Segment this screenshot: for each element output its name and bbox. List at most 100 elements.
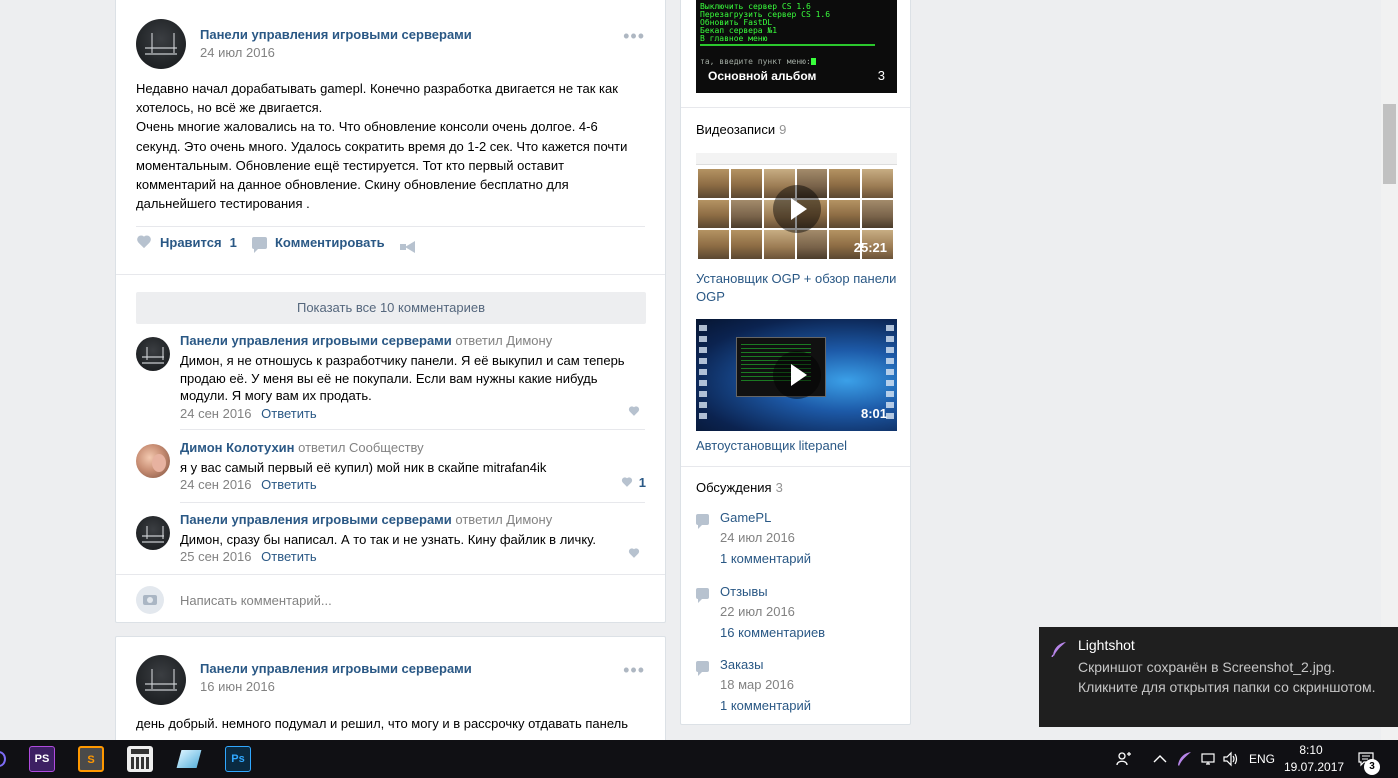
divider — [116, 274, 665, 275]
comment-line: Димон, я не отношусь к разработчику пане… — [180, 353, 625, 368]
divider — [681, 466, 910, 467]
comment-input[interactable]: Написать комментарий... — [180, 593, 332, 608]
lightshot-tray-icon[interactable] — [1176, 740, 1192, 778]
divider — [681, 107, 910, 108]
show-all-comments-button[interactable]: Показать все 10 комментариев — [136, 292, 646, 324]
user-avatar[interactable] — [136, 444, 170, 478]
discussion-comments[interactable]: 1 комментарий — [720, 551, 811, 566]
comment-line: модули. Я могу вам их продать. — [180, 388, 372, 403]
album-label: Основной альбом — [708, 69, 817, 83]
sublime-icon[interactable]: S — [78, 746, 104, 772]
sidebar: Выключить сервер CS 1.6 Перезагрузить се… — [680, 0, 911, 725]
reply-link[interactable]: Ответить — [261, 406, 317, 421]
share-button[interactable] — [400, 241, 416, 253]
reply-link[interactable]: Ответить — [261, 549, 317, 564]
volume-icon[interactable] — [1222, 740, 1240, 778]
comment-reply-to[interactable]: ответил Димону — [455, 333, 552, 348]
language-indicator[interactable]: ENG — [1249, 740, 1275, 778]
discussion-item[interactable]: Отзывы 22 июл 2016 16 комментариев — [696, 584, 901, 642]
community-avatar[interactable] — [136, 337, 170, 371]
lightshot-notification[interactable]: Lightshot Скриншот сохранён в Screenshot… — [1039, 627, 1398, 727]
discussion-icon — [696, 661, 709, 676]
discussions-header[interactable]: Обсуждения 3 — [696, 480, 783, 495]
glass-app-icon[interactable] — [176, 746, 202, 772]
video-thumbnail[interactable]: 8:01 — [696, 319, 897, 431]
comment-meta: 24 сен 2016 Ответить — [180, 406, 317, 421]
community-avatar[interactable] — [136, 19, 186, 69]
comment-item: Панели управления игровыми серверами отв… — [136, 333, 646, 423]
community-avatar[interactable] — [136, 516, 170, 550]
video-title-link[interactable]: Автоустановщик litepanel — [696, 437, 901, 455]
chevron-up-icon[interactable] — [1153, 740, 1167, 778]
post-author[interactable]: Панели управления игровыми серверами — [200, 27, 472, 42]
people-icon[interactable] — [1116, 740, 1132, 778]
comment-date[interactable]: 25 сен 2016 — [180, 549, 252, 564]
discussion-item[interactable]: GamePL 24 июл 2016 1 комментарий — [696, 510, 901, 568]
post-text-line: Очень многие жаловались на то. Что обнов… — [136, 119, 598, 135]
post-date[interactable]: 24 июл 2016 — [200, 45, 275, 60]
videos-header[interactable]: Видеозаписи 9 — [696, 122, 786, 137]
notification-title: Lightshot — [1078, 637, 1135, 653]
divider — [180, 502, 645, 503]
post-menu-icon[interactable]: ••• — [623, 27, 645, 45]
videos-title: Видеозаписи — [696, 122, 776, 137]
comment-meta: 25 сен 2016 Ответить — [180, 549, 317, 564]
comment-author[interactable]: Димон Колотухин — [180, 440, 295, 455]
comment-author[interactable]: Панели управления игровыми серверами — [180, 512, 452, 527]
discussion-title[interactable]: Отзывы — [720, 584, 768, 599]
camera-icon[interactable] — [136, 586, 164, 614]
reply-link[interactable]: Ответить — [261, 477, 317, 492]
comment-like-button[interactable] — [626, 405, 646, 419]
post-date[interactable]: 16 июн 2016 — [200, 679, 275, 694]
post-author[interactable]: Панели управления игровыми серверами — [200, 661, 472, 676]
videos-count: 9 — [779, 122, 787, 137]
clock-date: 19.07.2017 — [1284, 760, 1345, 774]
comment-item: Димон Колотухин ответил Сообществу я у в… — [136, 440, 646, 492]
video-title-link[interactable]: Установщик OGP + обзор панели OGP — [696, 270, 901, 305]
comment-like-button[interactable] — [626, 547, 646, 561]
taskbar: PS S Ps ENG 8:10 19.07.2017 3 — [0, 740, 1398, 778]
comment-date[interactable]: 24 сен 2016 — [180, 477, 252, 492]
phpstorm-icon[interactable]: PS — [29, 746, 55, 772]
discussion-title[interactable]: GamePL — [720, 510, 771, 525]
discussion-comments[interactable]: 1 комментарий — [720, 698, 811, 713]
comment-text: я у вас самый первый её купил) мой ник в… — [180, 459, 646, 477]
network-icon[interactable] — [1200, 740, 1218, 778]
play-icon[interactable] — [772, 185, 821, 233]
comment-date[interactable]: 24 сен 2016 — [180, 406, 252, 421]
comment-reply-to[interactable]: ответил Сообществу — [298, 440, 424, 455]
discussion-title[interactable]: Заказы — [720, 657, 763, 672]
comment-like-button[interactable]: 1 — [619, 475, 646, 490]
play-icon[interactable] — [772, 351, 821, 399]
comment-author[interactable]: Панели управления игровыми серверами — [180, 333, 452, 348]
clock[interactable]: 8:10 19.07.2017 — [1284, 742, 1345, 776]
comment-line: продаю её. У меня вы её не покупали. Есл… — [180, 370, 598, 386]
terminal-prompt: та, введите пункт меню: — [700, 58, 816, 66]
feather-icon — [1051, 642, 1066, 657]
comment-icon — [252, 236, 267, 253]
post-card: Панели управления игровыми серверами 24 … — [115, 0, 666, 623]
discussion-item[interactable]: Заказы 18 мар 2016 1 комментарий — [696, 657, 901, 715]
comment-reply-to[interactable]: ответил Димону — [455, 512, 552, 527]
post-text-line: хотелось, но всё же двигается. — [136, 100, 323, 116]
post-text-line: комментарий на данное обновление. Скину … — [136, 177, 569, 193]
post-menu-icon[interactable]: ••• — [623, 661, 645, 679]
comment-input-row[interactable]: Написать комментарий... — [136, 585, 332, 615]
discussions-title: Обсуждения — [696, 480, 772, 495]
comment-button[interactable]: Комментировать — [252, 235, 385, 253]
notification-body: Скриншот сохранён в Screenshot_2.jpg. Кл… — [1078, 659, 1376, 695]
app-icon-partial[interactable] — [0, 751, 6, 767]
photoshop-icon[interactable]: Ps — [225, 746, 251, 772]
video-thumbnail[interactable]: 25:21 — [696, 153, 897, 265]
album-count: 3 — [877, 68, 885, 83]
calculator-icon[interactable] — [127, 746, 153, 772]
discussion-comments[interactable]: 16 комментариев — [720, 625, 825, 640]
post-text-line: дальнейшего тестирования . — [136, 196, 310, 212]
scrollbar-thumb[interactable] — [1383, 104, 1396, 184]
like-button[interactable]: Нравится 1 — [136, 235, 237, 250]
album-thumbnail[interactable]: Выключить сервер CS 1.6 Перезагрузить се… — [696, 0, 897, 93]
comment-line: я у вас самый первый её купил) мой ник в… — [180, 460, 547, 475]
community-avatar[interactable] — [136, 655, 186, 705]
comment-header: Панели управления игровыми серверами отв… — [180, 512, 552, 527]
post-text: Недавно начал дорабатывать gamepl. Конеч… — [136, 79, 646, 213]
